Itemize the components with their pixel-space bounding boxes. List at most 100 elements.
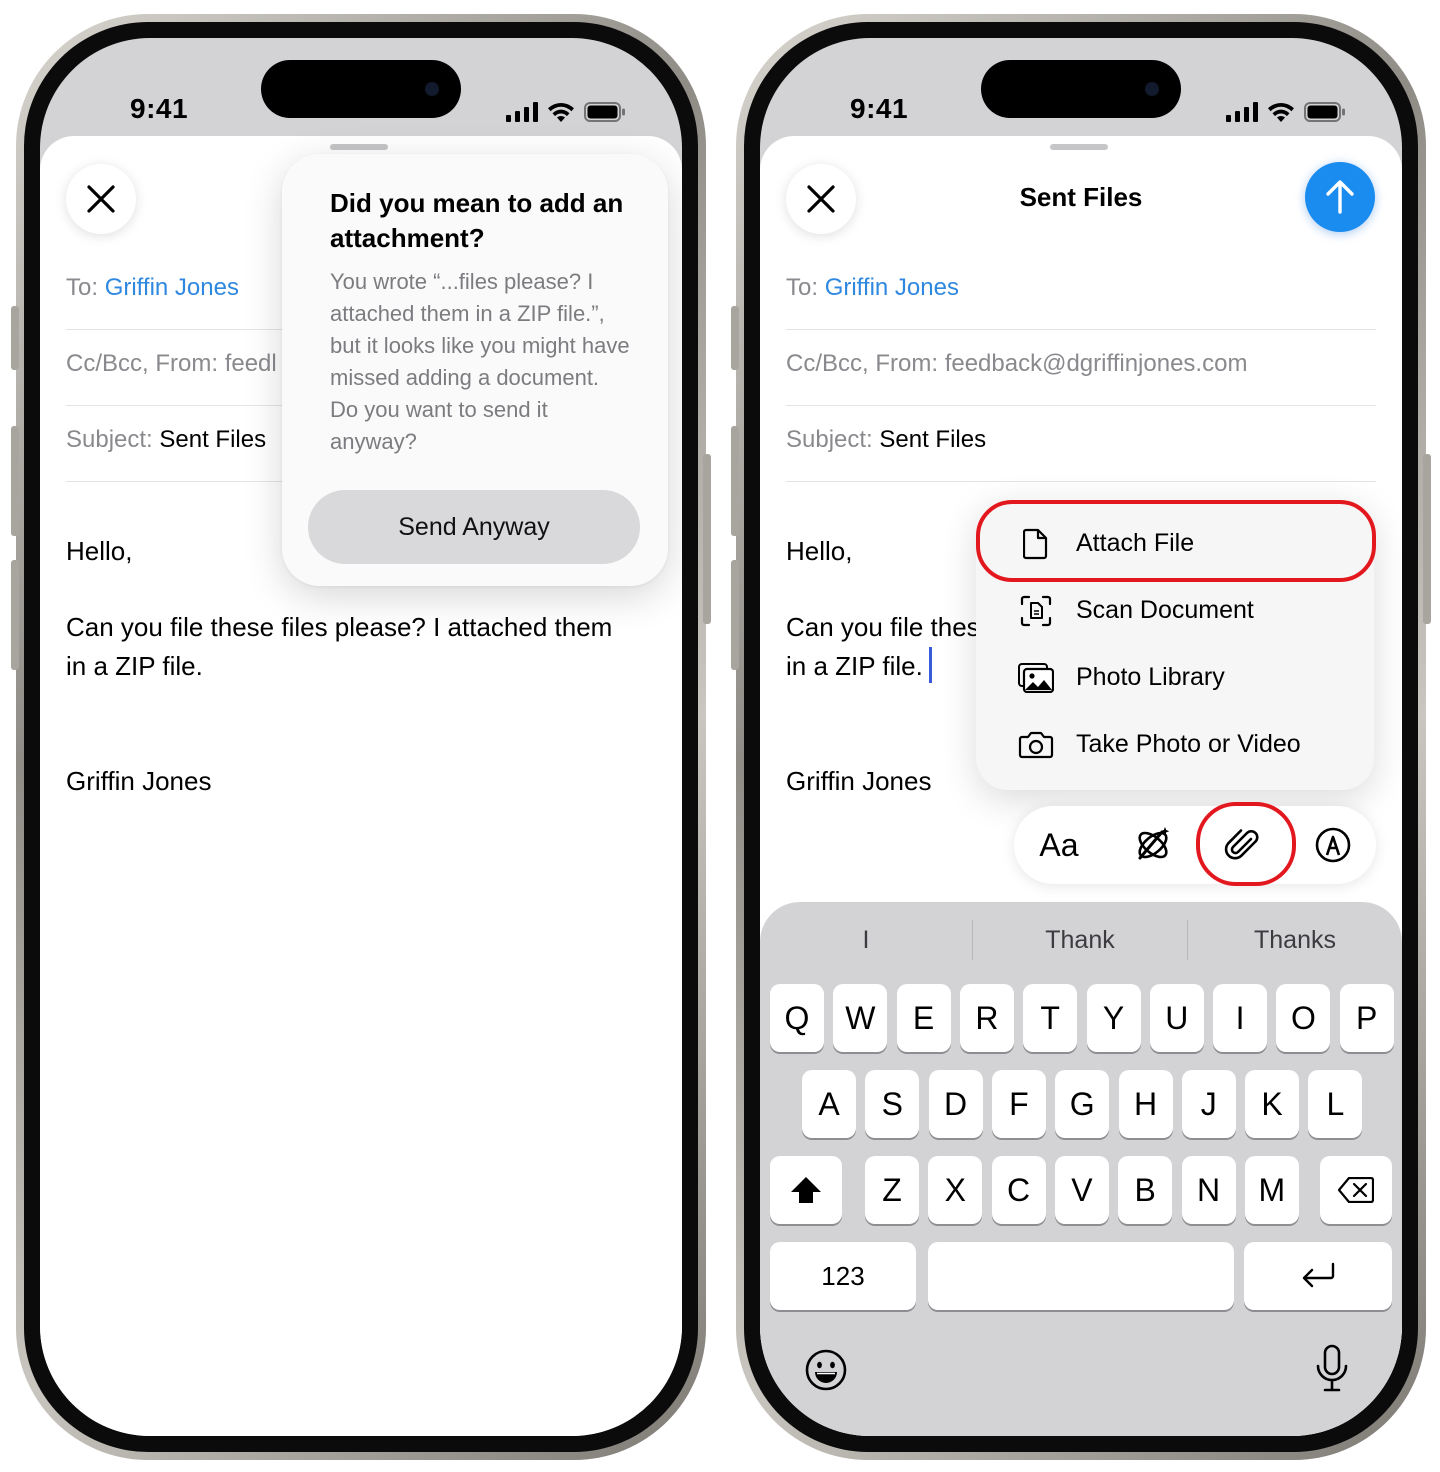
to-label: To: [66,274,99,301]
key-c[interactable]: C [991,1156,1046,1224]
status-icons [506,102,626,122]
backspace-icon [1338,1177,1374,1203]
cellular-signal-icon [1226,102,1258,122]
key-e[interactable]: E [896,984,951,1052]
to-label: To: [786,274,819,301]
body-greeting[interactable]: Hello, [66,532,132,571]
suggestion-1[interactable]: I [760,918,972,962]
key-s[interactable]: S [865,1070,920,1138]
camera-icon [1018,727,1054,763]
phone-right: 9:41 Sent Files To: Griffin Jones Cc/Bcc… [731,14,1431,1460]
from-address: feedback@dgriffinjones.com [944,350,1248,377]
volume-up-button [11,426,19,536]
key-v[interactable]: V [1054,1156,1109,1224]
writing-tools-icon [1138,827,1170,860]
sheet-grabber[interactable] [330,144,388,150]
key-a[interactable]: A [802,1070,856,1138]
markup-button[interactable] [1308,820,1358,870]
body-line-2[interactable]: in a ZIP file. [66,647,203,686]
key-t[interactable]: T [1023,984,1078,1052]
key-h[interactable]: H [1118,1070,1173,1138]
power-button [1423,454,1431,624]
menu-item-photo-library[interactable]: Photo Library [976,644,1374,711]
body-line-2[interactable]: in a ZIP file. [786,647,932,686]
key-u[interactable]: U [1149,984,1204,1052]
key-r[interactable]: R [959,984,1014,1052]
suggestion-3[interactable]: Thanks [1188,918,1402,962]
numbers-key[interactable]: 123 [770,1242,916,1310]
status-time: 9:41 [130,93,189,124]
menu-label: Scan Document [1076,596,1254,624]
send-button[interactable] [1305,162,1375,232]
key-d[interactable]: D [928,1070,983,1138]
missing-attachment-popover: Did you mean to add an attachment? You w… [282,154,668,586]
attach-file-highlight [976,500,1376,582]
key-y[interactable]: Y [1086,984,1141,1052]
status-time: 9:41 [850,93,909,124]
writing-tools-button[interactable] [1128,820,1178,870]
key-p[interactable]: P [1339,984,1394,1052]
to-field[interactable]: To: Griffin Jones [786,254,1376,330]
menu-item-scan-document[interactable]: Scan Document [976,577,1374,644]
screen: 9:41 Sent Files To: Griffin Jones Cc/Bcc… [760,38,1402,1436]
dictation-button[interactable] [1312,1344,1352,1399]
subject-field[interactable]: Subject: Sent Files [786,406,1376,482]
status-icons [1226,102,1346,122]
return-key[interactable] [1244,1242,1392,1310]
sheet-grabber[interactable] [1050,144,1108,150]
key-k[interactable]: K [1245,1070,1300,1138]
subject-label: Subject: [66,426,153,453]
to-recipient[interactable]: Griffin Jones [825,274,959,302]
close-button[interactable] [66,164,136,234]
cc-from-label: Cc/Bcc, From: [786,350,939,377]
body-greeting[interactable]: Hello, [786,532,852,571]
key-o[interactable]: O [1276,984,1331,1052]
key-g[interactable]: G [1055,1070,1110,1138]
keyboard: I Thank Thanks 123 QWERTYUIOPASDFGHJKLZX… [760,902,1402,1436]
emoji-button[interactable] [804,1348,848,1397]
attach-button-highlight [1196,802,1296,886]
scan-document-icon [1018,593,1054,629]
microphone-icon [1316,1344,1348,1392]
menu-label: Take Photo or Video [1076,730,1301,758]
key-j[interactable]: J [1181,1070,1236,1138]
key-n[interactable]: N [1181,1156,1236,1224]
key-i[interactable]: I [1213,984,1268,1052]
cc-from-field[interactable]: Cc/Bcc, From: feedback@dgriffinjones.com [786,330,1376,406]
space-key[interactable] [928,1242,1234,1310]
phone-left: 9:41 To: Griffin Jones Cc/Bcc, From: fee… [11,14,711,1460]
shift-key[interactable] [770,1156,842,1224]
battery-icon [584,102,625,122]
cc-from-label: Cc/Bcc, From: [66,350,219,377]
body-line-1[interactable]: Can you file thes [786,608,980,647]
subject-value[interactable]: Sent Files [879,426,986,454]
key-m[interactable]: M [1244,1156,1299,1224]
subject-value[interactable]: Sent Files [159,426,266,454]
cellular-signal-icon [506,102,538,122]
key-q[interactable]: Q [770,984,824,1052]
key-x[interactable]: X [928,1156,983,1224]
send-anyway-button[interactable]: Send Anyway [308,490,640,564]
key-w[interactable]: W [833,984,888,1052]
volume-down-button [11,560,19,670]
signature[interactable]: Griffin Jones [66,762,211,801]
popover-title: Did you mean to add an attachment? [330,188,624,253]
body-line-1[interactable]: Can you file these files please? I attac… [66,608,612,647]
menu-item-take-photo[interactable]: Take Photo or Video [976,711,1374,778]
key-b[interactable]: B [1118,1156,1173,1224]
format-button[interactable]: Aa [1034,820,1084,870]
return-icon [1302,1262,1335,1288]
power-button [703,454,711,624]
dynamic-island [261,60,461,118]
delete-key[interactable] [1320,1156,1392,1224]
volume-up-button [731,426,739,536]
key-f[interactable]: F [991,1070,1046,1138]
camera-lens [425,82,439,96]
key-l[interactable]: L [1308,1070,1363,1138]
arrow-up-icon [1326,180,1354,214]
to-recipient[interactable]: Griffin Jones [105,274,239,302]
key-z[interactable]: Z [865,1156,919,1224]
popover-message: You wrote “...files please? I attached t… [330,269,630,454]
signature[interactable]: Griffin Jones [786,762,931,801]
suggestion-2[interactable]: Thank [973,918,1187,962]
